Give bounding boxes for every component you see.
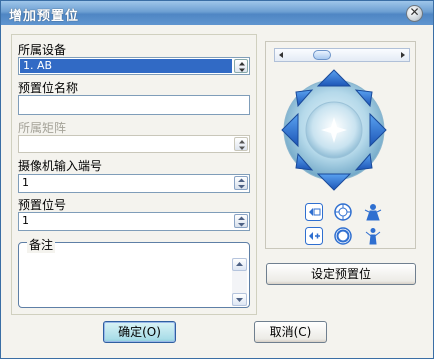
arrow-up-icon [236, 262, 243, 266]
spinner-arrows-icon [238, 178, 245, 189]
updown-arrows-icon [239, 140, 245, 150]
matrix-label: 所属矩阵 [18, 121, 67, 135]
camera-port-label: 摄像机输入端号 [18, 159, 103, 173]
window-title: 增加预置位 [9, 9, 80, 24]
arrow-down-icon [236, 298, 243, 302]
cancel-button[interactable]: 取消(C) [254, 321, 327, 343]
notes-scrollbar[interactable] [232, 258, 247, 306]
iris-open-icon[interactable] [334, 203, 352, 221]
close-icon: ✕ [409, 5, 420, 19]
preset-no-spinner[interactable] [234, 214, 248, 228]
add-preset-dialog: 增加预置位 ✕ 所属设备 1. AB 预置位名称 所属矩阵 摄像机输入端号 1 … [0, 0, 434, 359]
ok-button[interactable]: 确定(O) [103, 321, 176, 343]
camera-port-value: 1 [22, 176, 29, 189]
iris-close-icon[interactable] [334, 227, 352, 245]
camera-port-input[interactable]: 1 [18, 174, 250, 193]
matrix-dropdown-button[interactable] [234, 137, 248, 151]
device-select[interactable]: 1. AB [18, 57, 250, 75]
close-button[interactable]: ✕ [406, 5, 423, 22]
focus-near-icon[interactable] [364, 203, 382, 221]
spinner-arrows-icon [238, 216, 245, 227]
preset-no-input[interactable]: 1 [18, 212, 250, 231]
zoom-in-icon[interactable] [305, 227, 323, 245]
arrow-up-icon[interactable] [316, 69, 352, 87]
device-selected-highlight: 1. AB [20, 59, 232, 73]
scroll-up-button[interactable] [232, 258, 247, 271]
matrix-select[interactable] [18, 135, 250, 153]
speed-slider-thumb[interactable] [313, 50, 331, 60]
preset-no-label: 预置位号 [18, 198, 67, 212]
camera-port-spinner[interactable] [234, 176, 248, 190]
set-preset-button[interactable]: 设定预置位 [266, 263, 416, 285]
device-value: 1. AB [23, 59, 53, 72]
zoom-out-icon[interactable] [305, 203, 323, 221]
device-dropdown-button[interactable] [234, 59, 248, 73]
preset-no-value: 1 [22, 214, 29, 227]
arrow-left-icon[interactable] [277, 51, 285, 59]
preset-name-input[interactable] [18, 95, 250, 115]
title-bar[interactable]: 增加预置位 ✕ [1, 1, 433, 25]
focus-far-icon[interactable] [364, 227, 382, 245]
scroll-down-button[interactable] [232, 293, 247, 306]
arrow-down-icon[interactable] [316, 173, 352, 191]
ptz-direction-pad[interactable] [278, 68, 390, 192]
preset-name-label: 预置位名称 [18, 81, 79, 95]
updown-arrows-icon [239, 62, 245, 72]
notes-label: 备注 [27, 236, 56, 253]
device-label: 所属设备 [18, 43, 67, 57]
arrow-right-icon[interactable] [399, 51, 407, 59]
speed-slider[interactable] [274, 48, 410, 62]
